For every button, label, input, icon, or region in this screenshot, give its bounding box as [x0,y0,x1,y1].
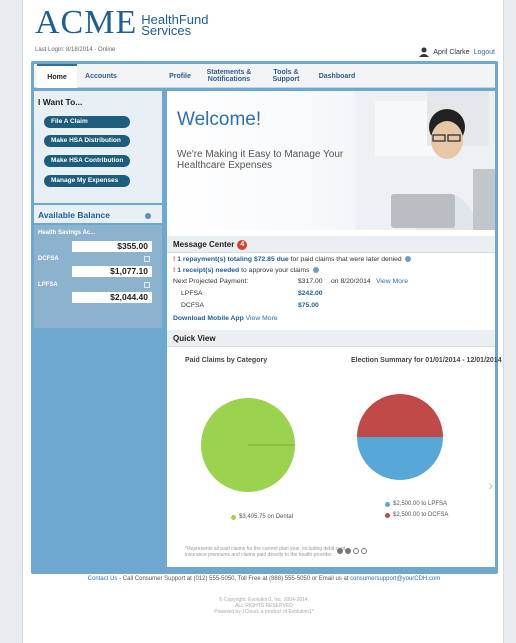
balance-label-dcfsa: DCFSA [38,256,59,262]
page: ACME HealthFund Services Last Login: 8/1… [22,0,504,643]
chevron-right-icon[interactable]: › [488,477,493,493]
welcome-subtitle: We're Making it Easy to Manage Your Heal… [177,149,344,171]
projected-row-amount: $75.00 [298,302,319,309]
download-mobile-app: Download Mobile App View More [173,315,278,322]
make-hsa-distribution-button[interactable]: Make HSA Distribution [44,135,130,147]
projected-row-label: LPFSA [181,290,203,297]
projected-row-amount: $242.00 [298,290,323,297]
help-icon[interactable] [312,267,319,273]
user-name: April Clarke [433,48,470,56]
legend-color-lpfsa [385,501,390,507]
message-repayment[interactable]: ! 1 repayment(s) totaling $72.85 due for … [173,256,411,263]
carousel-dot[interactable] [353,548,359,554]
balance-label-hsa: Health Savings Ac... [38,230,96,236]
balance-label-lpfsa: LPFSA [38,282,58,288]
quick-view-charts [201,394,443,492]
dcfsa-detail-icon[interactable] [144,256,150,262]
copyright-line3: Powered by 1Cloud, a product of Evolutio… [214,609,314,615]
message-center-header: Message Center 4 [167,236,495,253]
balance-value-hsa: $355.00 [72,241,152,252]
alert-icon: ! [173,267,176,274]
balance-value-lpfsa: $2,044.40 [72,292,152,303]
paid-legend-item: $3,405.75 on Dental [231,514,293,520]
download-view-more-link[interactable]: View More [246,315,278,322]
logo-acme-text: ACME [35,4,138,41]
nav-home[interactable]: Home [37,64,77,88]
content-frame: Home Accounts Profile Statements & Notif… [31,61,502,574]
make-hsa-contribution-button[interactable]: Make HSA Contribution [44,155,130,167]
info-icon[interactable] [145,213,151,219]
support-email-link[interactable]: consumersupport@yourCDH.com [350,576,440,582]
carousel-dot[interactable] [345,548,351,554]
banner-photo [355,91,495,230]
carousel-dots [337,548,369,554]
message-receipt[interactable]: ! 1 receipt(s) needed to approve your cla… [173,267,319,274]
user-icon [419,47,430,57]
main-content: Welcome! We're Making it Easy to Manage … [167,91,502,567]
nav-profile[interactable]: Profile [164,64,196,88]
election-legend-item: $2,500.00 to DCFSA [385,512,448,518]
file-claim-button[interactable]: File A Claim [44,116,130,128]
projected-row-label: DCFSA [181,302,205,309]
projected-payment-date: on 8/20/2014 [331,278,371,285]
carousel-dot[interactable] [337,548,343,554]
balance-value-dcfsa: $1,077.10 [72,266,152,277]
brand-logo[interactable]: ACME HealthFund Services [35,4,208,41]
download-mobile-app-link[interactable]: Download Mobile App [173,315,244,322]
main-nav: Home Accounts Profile Statements & Notif… [34,64,495,88]
lpfsa-detail-icon[interactable] [144,282,150,288]
message-center-title: Message Center [173,240,235,249]
legend-color-dcfsa [385,512,390,518]
projected-view-more-link[interactable]: View More [376,278,408,285]
available-balance-title: Available Balance [38,210,110,220]
projected-payment-amount: $317.00 [298,278,323,285]
election-summary-pie-slice-0[interactable] [357,437,443,480]
quick-view-header: Quick View [167,330,495,347]
nav-statements[interactable]: Statements & Notifications [200,64,258,88]
last-login-text: Last Login: 8/18/2014 - Online [35,47,116,53]
welcome-title: Welcome! [177,109,262,130]
i-want-to-panel: I Want To... File A Claim Make HSA Distr… [34,91,162,203]
available-balance-header: Available Balance [34,205,162,225]
welcome-banner: Welcome! We're Making it Easy to Manage … [167,91,495,230]
paid-claims-footnote: *Represents all paid claims for the curr… [185,546,347,558]
projected-payment-label: Next Projected Payment: [173,278,249,285]
page-footer: Contact Us - Call Consumer Support at (0… [23,575,505,615]
alert-icon: ! [173,256,176,263]
election-legend-item: $2,500.00 to LPFSA [385,501,447,507]
contact-line: Contact Us - Call Consumer Support at (0… [87,576,441,582]
help-icon[interactable] [404,256,411,262]
user-menu: April Clarke Logout [419,47,495,57]
left-sidebar: I Want To... File A Claim Make HSA Distr… [34,91,162,328]
legend-color-dental [231,514,236,520]
copyright: © Copyright, Evolution1, Inc. 2004-2014,… [23,597,505,615]
available-balance-panel: Available Balance Health Savings Ac... $… [34,205,162,328]
logo-subtitle: HealthFund Services [141,13,208,38]
nav-dashboard[interactable]: Dashboard [312,64,362,88]
manage-expenses-button[interactable]: Manage My Expenses [44,175,130,187]
logout-link[interactable]: Logout [474,49,495,56]
message-count-badge: 4 [237,240,248,250]
nav-accounts[interactable]: Accounts [79,64,123,88]
contact-us-link[interactable]: Contact Us [88,576,118,582]
carousel-dot[interactable] [361,548,367,554]
election-summary-pie-slice-1[interactable] [357,394,443,437]
i-want-to-title: I Want To... [38,97,83,107]
nav-tools-support[interactable]: Tools & Support [268,64,304,88]
